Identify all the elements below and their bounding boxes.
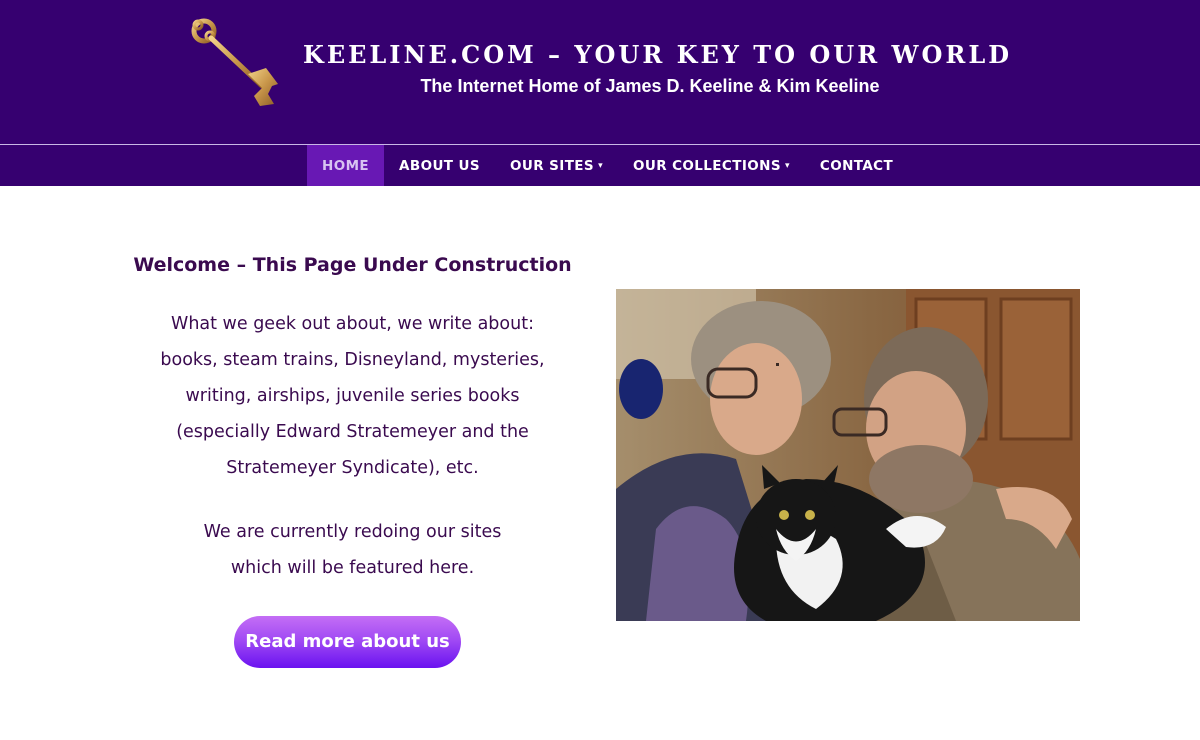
site-title[interactable]: KEELINE.COM – YOUR KEY TO OUR WORLD — [0, 40, 1200, 69]
nav-item-label: ABOUT US — [399, 157, 481, 174]
main-navigation: HOME ABOUT US OUR SITES ▾ OUR COLLECTIONS ▾ CO… — [0, 144, 1200, 186]
text-line: writing, airships, juvenile series books — [185, 386, 520, 406]
text-line: which will be featured here. — [230, 558, 475, 578]
nav-item-label: HOME — [322, 157, 370, 174]
redesign-paragraph: We are currently redoing our sites which … — [130, 514, 575, 586]
photo-couple-with-cat — [616, 289, 1080, 621]
welcome-heading: Welcome – This Page Under Construction — [133, 254, 572, 276]
nav-item-label: CONTACT — [819, 157, 894, 174]
nav-item-about-us[interactable]: ABOUT US — [384, 145, 495, 186]
chevron-down-icon: ▾ — [784, 160, 790, 171]
read-more-button[interactable]: Read more about us — [234, 616, 461, 668]
nav-menu: HOME ABOUT US OUR SITES ▾ OUR COLLECTIONS ▾ CO… — [307, 145, 908, 186]
site-header: KEELINE.COM – YOUR KEY TO OUR WORLD The … — [0, 0, 1200, 144]
intro-paragraph: What we geek out about, we write about: b… — [130, 306, 575, 486]
nav-item-our-collections[interactable]: OUR COLLECTIONS ▾ — [618, 145, 805, 186]
text-line: books, steam trains, Disneyland, mysteri… — [160, 350, 545, 370]
nav-item-label: OUR SITES — [510, 157, 595, 174]
text-line: We are currently redoing our sites — [203, 522, 502, 542]
site-subtitle: The Internet Home of James D. Keeline & … — [420, 76, 880, 96]
text-line: What we geek out about, we write about: — [171, 314, 534, 334]
welcome-section: Welcome – This Page Under Construction W… — [130, 250, 575, 668]
nav-item-contact[interactable]: CONTACT — [805, 145, 908, 186]
text-line: Stratemeyer Syndicate), etc. — [226, 458, 479, 478]
button-wrapper: Read more about us — [130, 616, 575, 668]
nav-item-label: OUR COLLECTIONS — [632, 157, 781, 174]
nav-item-home[interactable]: HOME — [307, 145, 385, 186]
chevron-down-icon: ▾ — [598, 160, 603, 171]
text-line: (especially Edward Stratemeyer and the — [176, 422, 529, 442]
nav-item-our-sites[interactable]: OUR SITES ▾ — [495, 145, 618, 186]
